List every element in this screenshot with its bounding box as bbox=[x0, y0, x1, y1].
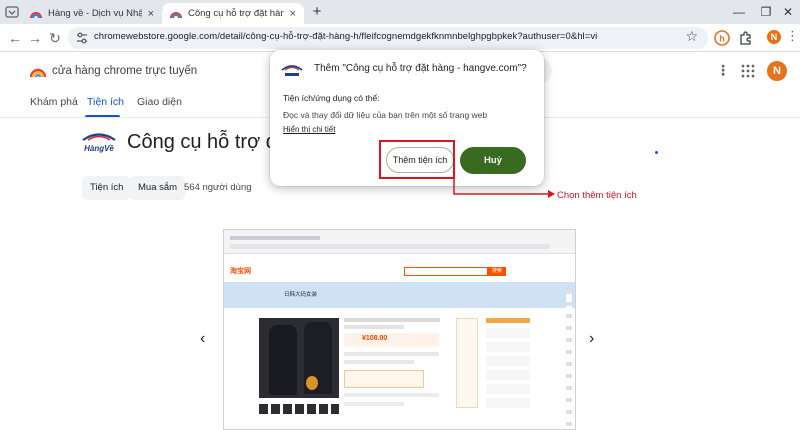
extension-title: Công cụ hỗ trợ đ bbox=[127, 131, 277, 153]
preview-banner bbox=[224, 282, 575, 308]
annotation-label: Chọn thêm tiện ích bbox=[557, 190, 637, 201]
bookmark-star-icon[interactable]: ☆ bbox=[685, 28, 698, 45]
preview-options-box bbox=[344, 370, 424, 388]
preview-spec-line bbox=[344, 393, 439, 397]
tab-tien-ich[interactable]: Tiện ích bbox=[87, 96, 124, 108]
svg-text:h: h bbox=[719, 34, 725, 44]
dialog-title: Thêm "Công cụ hỗ trợ đặt hàng - hangve.c… bbox=[314, 63, 527, 74]
google-apps-icon[interactable] bbox=[741, 64, 755, 78]
red-arrow-icon bbox=[453, 175, 555, 198]
store-more-icon[interactable]: ⋮ bbox=[716, 62, 730, 79]
preview-product-title bbox=[344, 318, 440, 322]
carousel-prev-icon[interactable]: ‹ bbox=[200, 330, 205, 348]
close-window-icon[interactable]: ✕ bbox=[778, 3, 798, 21]
maximize-icon[interactable]: ❐ bbox=[756, 3, 776, 21]
preview-topbar bbox=[224, 230, 575, 254]
preview-spec-line bbox=[344, 352, 439, 356]
preview-side-list bbox=[486, 328, 530, 408]
address-bar[interactable]: chromewebstore.google.com/detail/công-cụ… bbox=[68, 27, 708, 49]
tab-search-icon[interactable] bbox=[5, 5, 19, 19]
preview-shop-column bbox=[456, 318, 478, 408]
site-info-icon[interactable] bbox=[75, 31, 89, 45]
screenshot-preview[interactable]: 淘宝网 搜索 日韩大码女装 ¥108.00 bbox=[223, 229, 576, 430]
tab-giao-dien[interactable]: Giao diện bbox=[137, 96, 182, 108]
tab-title: Hàng về - Dịch vụ Nhập hàng tì bbox=[48, 8, 142, 19]
preview-search-button: 搜索 bbox=[488, 267, 506, 276]
tab-hangve[interactable]: Hàng về - Dịch vụ Nhập hàng tì × bbox=[22, 3, 162, 24]
url-text: chromewebstore.google.com/detail/công-cụ… bbox=[94, 31, 598, 42]
dialog-subtitle: Tiện ích/ứng dụng có thể: bbox=[283, 93, 380, 103]
preview-spec-line bbox=[344, 360, 414, 364]
preview-price: ¥108.00 bbox=[362, 335, 388, 342]
cancel-button[interactable]: Huỷ bbox=[460, 147, 526, 174]
preview-banner-text: 日韩大码女装 bbox=[284, 292, 318, 298]
preview-product-title-2 bbox=[344, 325, 404, 329]
reload-icon[interactable]: ↻ bbox=[46, 29, 64, 47]
preview-model-left bbox=[269, 325, 297, 395]
chip-mua-sam[interactable]: Mua sắm bbox=[130, 176, 186, 200]
carousel-next-icon[interactable]: › bbox=[589, 330, 594, 348]
preview-thumbnails bbox=[259, 404, 339, 414]
preview-text-line bbox=[230, 236, 320, 240]
minimize-icon[interactable]: — bbox=[729, 3, 749, 21]
hangve-extension-icon[interactable]: h bbox=[713, 29, 731, 47]
browser-toolbar: ← → ↻ chromewebstore.google.com/detail/c… bbox=[0, 24, 800, 52]
back-icon[interactable]: ← bbox=[6, 29, 24, 47]
tab-close-icon[interactable]: × bbox=[290, 8, 296, 20]
red-highlight-box bbox=[379, 140, 455, 179]
hangve-logo-icon: HàngVề bbox=[82, 133, 116, 153]
preview-side-header bbox=[486, 318, 530, 323]
preview-taobao-logo: 淘宝网 bbox=[230, 268, 251, 275]
forward-icon[interactable]: → bbox=[26, 29, 44, 47]
tab-kham-pha[interactable]: Khám phá bbox=[30, 96, 78, 108]
rainbow-favicon-icon bbox=[170, 11, 182, 18]
preview-url-bar bbox=[230, 244, 550, 249]
profile-avatar-icon[interactable]: N bbox=[767, 30, 781, 44]
browser-menu-icon[interactable]: ⋮ bbox=[786, 28, 799, 44]
preview-flame-badge bbox=[306, 376, 318, 390]
decor-dot bbox=[655, 151, 658, 154]
preview-spec-line bbox=[344, 402, 404, 406]
preview-search-box bbox=[404, 267, 488, 276]
tab-close-icon[interactable]: × bbox=[148, 8, 154, 20]
hangve-logo-text: HàngVề bbox=[84, 144, 114, 153]
rainbow-favicon-icon bbox=[30, 11, 42, 18]
chrome-web-store-logo-icon[interactable] bbox=[30, 64, 46, 80]
tab-title: Công cụ hỗ trợ đặt hàng - hang bbox=[188, 8, 284, 19]
user-count: 564 người dùng bbox=[184, 182, 252, 193]
account-avatar[interactable]: N bbox=[767, 61, 787, 81]
tab-strip: Hàng về - Dịch vụ Nhập hàng tì × Công cụ… bbox=[0, 0, 800, 24]
permission-text: Đọc và thay đổi dữ liệu của bạn trên một… bbox=[283, 110, 488, 120]
store-name[interactable]: cửa hàng chrome trực tuyến bbox=[52, 65, 197, 77]
preview-price-area bbox=[344, 333, 439, 347]
chip-tien-ich[interactable]: Tiện ích bbox=[82, 176, 132, 200]
hangve-logo-icon bbox=[281, 65, 303, 76]
extensions-puzzle-icon[interactable] bbox=[737, 29, 755, 47]
new-tab-button[interactable]: + bbox=[308, 3, 326, 21]
preview-right-toolbar bbox=[566, 290, 572, 429]
show-details-link[interactable]: Hiển thị chi tiết bbox=[283, 125, 335, 134]
tab-webstore-active[interactable]: Công cụ hỗ trợ đặt hàng - hang × bbox=[162, 3, 304, 24]
